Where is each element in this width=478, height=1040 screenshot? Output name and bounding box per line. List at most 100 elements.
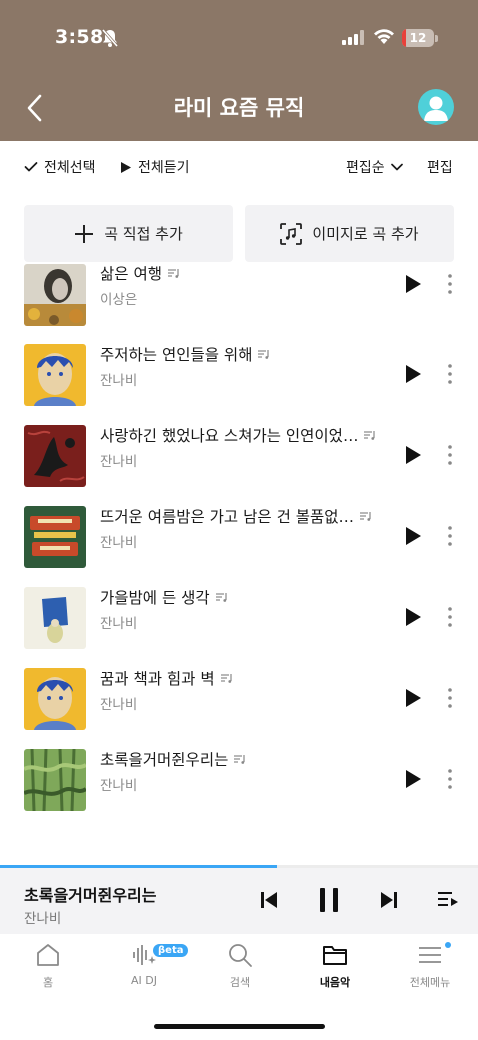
play-button[interactable] bbox=[402, 687, 424, 709]
song-title-wrap: 사랑하긴 했었나요 스쳐가는 인연이었… bbox=[100, 424, 376, 446]
add-song-direct-label: 곡 직접 추가 bbox=[104, 225, 183, 243]
wifi-icon bbox=[374, 29, 394, 44]
song-row[interactable]: 뜨거운 여름밤은 가고 남은 건 볼품없… 잔나비 bbox=[0, 497, 478, 578]
tab-ai-dj-label: AI DJ bbox=[131, 974, 157, 987]
bell-muted-icon bbox=[101, 29, 119, 47]
song-row[interactable]: 삶은 여행 이상은 bbox=[0, 262, 478, 335]
album-art bbox=[24, 587, 86, 649]
pause-icon[interactable] bbox=[318, 887, 340, 913]
lyrics-icon bbox=[215, 593, 227, 602]
add-song-image-label: 이미지로 곡 추가 bbox=[312, 225, 419, 243]
play-all-button[interactable]: 전체듣기 bbox=[120, 157, 190, 177]
song-artist: 잔나비 bbox=[100, 373, 138, 389]
profile-avatar[interactable] bbox=[418, 89, 454, 125]
play-button[interactable] bbox=[402, 363, 424, 385]
album-art bbox=[24, 506, 86, 568]
tab-my-music[interactable]: 내음악 bbox=[287, 942, 383, 1002]
menu-icon bbox=[419, 947, 441, 963]
more-options-icon[interactable] bbox=[444, 606, 456, 628]
home-indicator bbox=[154, 1024, 325, 1029]
notification-dot bbox=[445, 942, 451, 948]
check-icon bbox=[24, 162, 38, 172]
play-button[interactable] bbox=[402, 273, 424, 295]
song-row[interactable]: 초록을거머쥔우리는 잔나비 bbox=[0, 740, 478, 821]
app-header: 3:58 12 라미 요즘 뮤직 bbox=[0, 0, 478, 141]
tab-all-menu[interactable]: 전체메뉴 bbox=[382, 942, 478, 1002]
song-title-wrap: 초록을거머쥔우리는 bbox=[100, 748, 246, 770]
select-all-button[interactable]: 전체선택 bbox=[24, 157, 96, 177]
beta-badge: βeta bbox=[153, 944, 189, 957]
more-options-icon[interactable] bbox=[444, 525, 456, 547]
sort-label: 편집순 bbox=[346, 160, 385, 176]
more-options-icon[interactable] bbox=[444, 768, 456, 790]
lyrics-icon bbox=[220, 674, 232, 683]
edit-button[interactable]: 편집 bbox=[427, 157, 453, 177]
playlist-queue-icon[interactable] bbox=[437, 891, 459, 909]
user-icon bbox=[424, 96, 448, 121]
battery-cap bbox=[435, 35, 438, 42]
folder-icon bbox=[323, 946, 347, 965]
add-song-direct-button[interactable]: 곡 직접 추가 bbox=[24, 205, 233, 262]
more-options-icon[interactable] bbox=[444, 363, 456, 385]
song-row[interactable]: 가을밤에 든 생각 잔나비 bbox=[0, 578, 478, 659]
song-artist: 잔나비 bbox=[100, 697, 138, 713]
song-row[interactable]: 주저하는 연인들을 위해 잔나비 bbox=[0, 335, 478, 416]
plus-icon bbox=[75, 224, 94, 243]
home-icon bbox=[37, 944, 59, 966]
mini-player[interactable]: 초록을거머쥔우리는 잔나비 bbox=[0, 868, 478, 934]
song-row[interactable]: 꿈과 책과 힘과 벽 잔나비 bbox=[0, 659, 478, 740]
song-title: 삶은 여행 bbox=[100, 265, 162, 283]
tab-search[interactable]: 검색 bbox=[192, 942, 288, 1002]
tab-home-label: 홈 bbox=[42, 976, 54, 989]
album-art bbox=[24, 749, 86, 811]
song-artist: 이상은 bbox=[100, 292, 138, 308]
sort-dropdown[interactable]: 편집순 bbox=[346, 157, 403, 177]
play-button[interactable] bbox=[402, 525, 424, 547]
now-playing-artist: 잔나비 bbox=[24, 911, 62, 927]
chevron-left-icon bbox=[27, 94, 42, 122]
tab-home[interactable]: 홈 bbox=[0, 942, 96, 1002]
song-row[interactable]: 사랑하긴 했었나요 스쳐가는 인연이었… 잔나비 bbox=[0, 416, 478, 497]
tab-all-menu-label: 전체메뉴 bbox=[409, 976, 451, 989]
search-icon bbox=[229, 944, 252, 967]
album-art bbox=[24, 264, 86, 326]
more-options-icon[interactable] bbox=[444, 687, 456, 709]
image-scan-music-icon bbox=[280, 222, 303, 245]
song-title-wrap: 삶은 여행 bbox=[100, 262, 180, 284]
song-title-wrap: 주저하는 연인들을 위해 bbox=[100, 343, 270, 365]
battery-level-text: 12 bbox=[409, 31, 427, 45]
play-button[interactable] bbox=[402, 444, 424, 466]
play-button[interactable] bbox=[402, 768, 424, 790]
now-playing-title: 초록을거머쥔우리는 bbox=[24, 886, 157, 905]
more-options-icon[interactable] bbox=[444, 444, 456, 466]
play-icon bbox=[121, 161, 131, 173]
signal-icon bbox=[342, 30, 364, 45]
next-track-icon[interactable] bbox=[380, 891, 398, 909]
song-title: 꿈과 책과 힘과 벽 bbox=[100, 670, 215, 688]
tab-my-music-label: 내음악 bbox=[319, 976, 351, 989]
album-art bbox=[24, 668, 86, 730]
previous-track-icon[interactable] bbox=[260, 891, 278, 909]
lyrics-icon bbox=[364, 431, 376, 440]
song-title: 주저하는 연인들을 위해 bbox=[100, 346, 253, 364]
more-options-icon[interactable] bbox=[444, 273, 456, 295]
song-title: 가을밤에 든 생각 bbox=[100, 589, 210, 607]
song-title: 초록을거머쥔우리는 bbox=[100, 751, 229, 769]
page-title: 라미 요즘 뮤직 bbox=[173, 96, 305, 120]
lyrics-icon bbox=[360, 512, 371, 521]
song-artist: 잔나비 bbox=[100, 454, 138, 470]
lyrics-icon bbox=[258, 350, 270, 359]
play-button[interactable] bbox=[402, 606, 424, 628]
album-art bbox=[24, 344, 86, 406]
song-list: 삶은 여행 이상은 주저하는 연인들을 위해 잔나비 사랑하긴 했었나요 스쳐가… bbox=[0, 262, 478, 866]
chevron-down-icon bbox=[390, 163, 403, 171]
song-title: 사랑하긴 했었나요 스쳐가는 인연이었… bbox=[100, 427, 359, 445]
play-all-label: 전체듣기 bbox=[138, 160, 190, 176]
lyrics-icon bbox=[234, 755, 245, 764]
battery-indicator: 12 bbox=[402, 29, 434, 47]
add-song-image-button[interactable]: 이미지로 곡 추가 bbox=[245, 205, 454, 262]
back-button[interactable] bbox=[16, 88, 52, 128]
song-title-wrap: 가을밤에 든 생각 bbox=[100, 586, 228, 608]
tab-ai-dj[interactable]: βeta AI DJ bbox=[96, 942, 192, 1002]
status-time: 3:58 bbox=[55, 26, 104, 48]
